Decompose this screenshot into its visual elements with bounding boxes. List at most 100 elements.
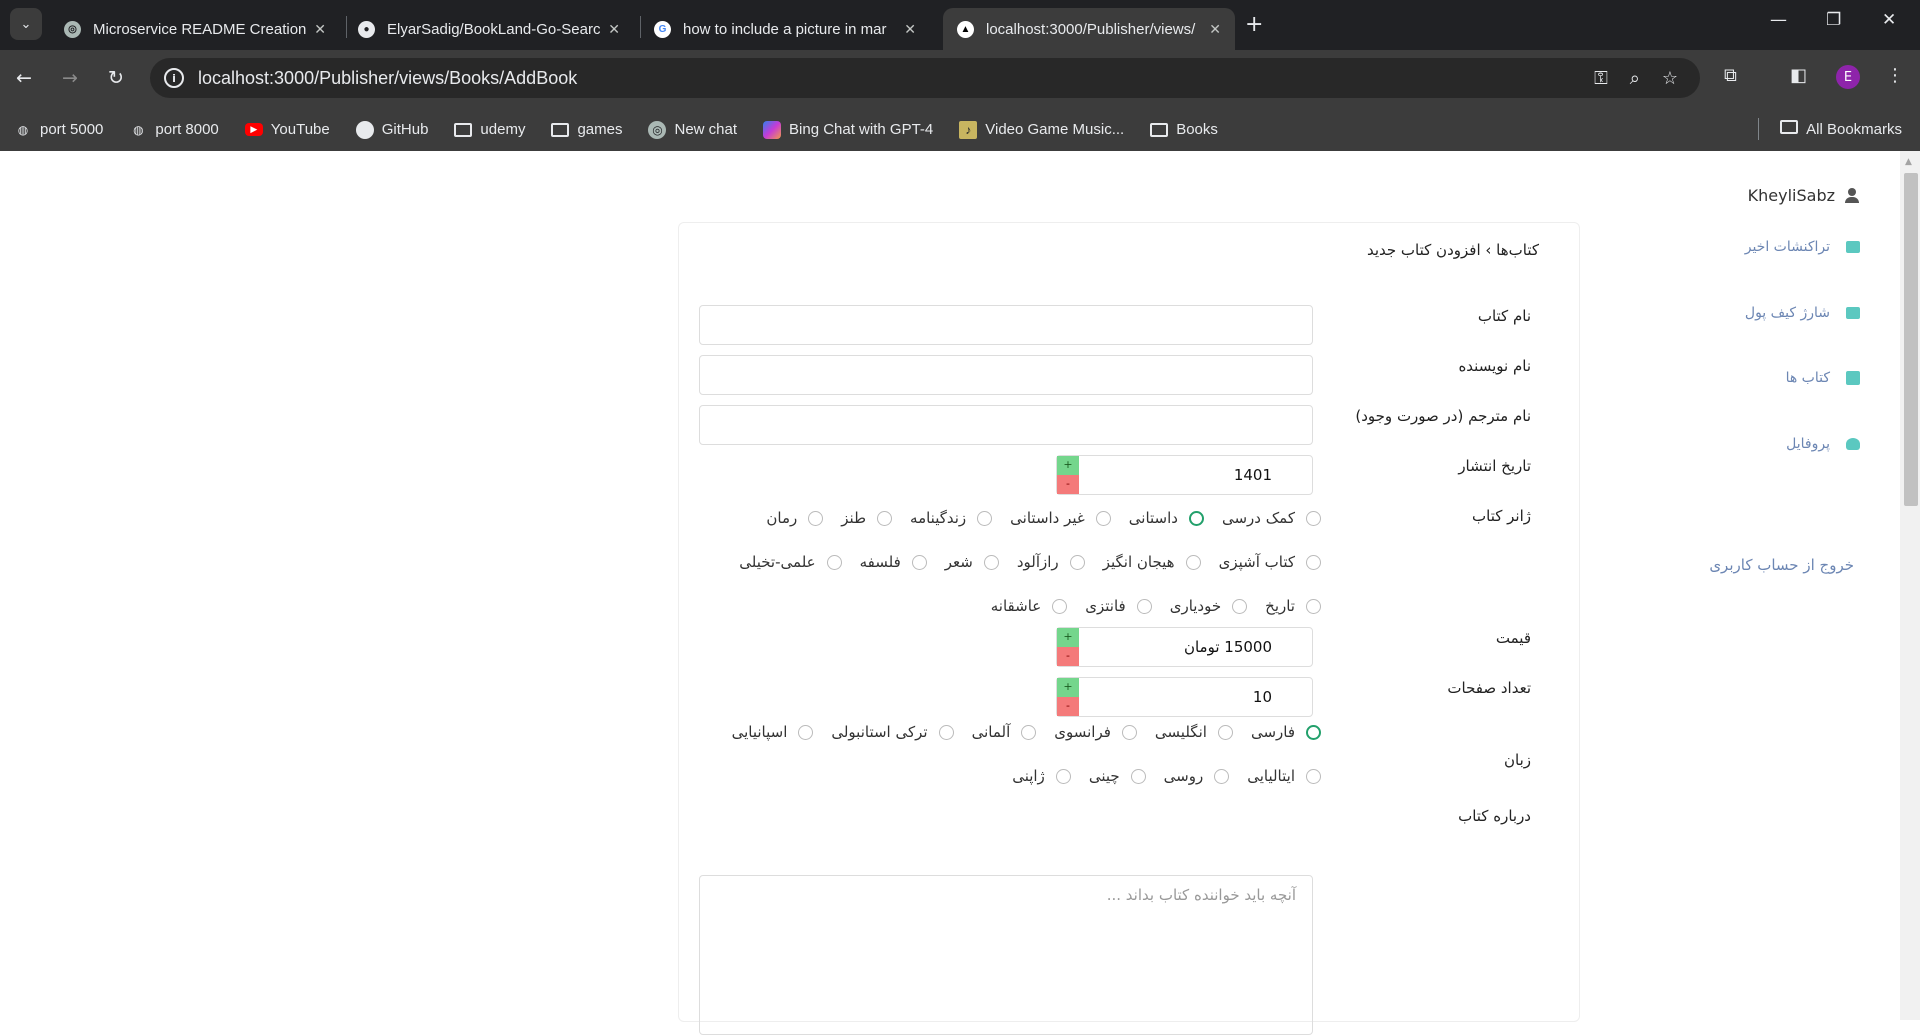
language-option[interactable]: چینی xyxy=(1089,767,1146,785)
publish-date-stepper[interactable]: + - xyxy=(1057,456,1079,494)
close-icon[interactable]: ✕ xyxy=(904,21,916,38)
pages-stepper[interactable]: + - xyxy=(1057,678,1079,716)
sidebar-item-transactions[interactable]: تراکنشات اخیر xyxy=(1745,239,1860,255)
close-window-icon[interactable]: ✕ xyxy=(1882,10,1896,30)
sidebar-item-profile[interactable]: پروفایل xyxy=(1786,436,1860,452)
close-icon[interactable]: ✕ xyxy=(1209,21,1221,38)
genre-option[interactable]: رازآلود xyxy=(1017,553,1085,571)
radio-selected-icon[interactable] xyxy=(1306,724,1321,740)
radio-icon[interactable] xyxy=(1069,554,1085,570)
translator-input[interactable] xyxy=(699,405,1313,445)
genre-option[interactable]: رمان xyxy=(766,509,824,527)
author-input[interactable] xyxy=(699,355,1313,395)
reload-icon[interactable]: ↻ xyxy=(108,67,124,89)
language-option[interactable]: اسپانیایی xyxy=(732,723,814,741)
genre-option[interactable]: کمک درسی xyxy=(1222,509,1321,527)
extensions-icon[interactable]: ⧉ xyxy=(1724,65,1737,86)
language-option[interactable]: انگلیسی xyxy=(1155,723,1233,741)
genre-option[interactable]: تاریخ xyxy=(1265,597,1321,615)
radio-selected-icon[interactable] xyxy=(1188,510,1204,526)
menu-icon[interactable]: ⋮ xyxy=(1886,65,1904,86)
bookmark[interactable]: ▶ YouTube xyxy=(244,121,330,138)
radio-icon[interactable] xyxy=(983,554,999,570)
radio-icon[interactable] xyxy=(1052,598,1068,614)
bookmark[interactable]: udemy xyxy=(454,121,525,139)
radio-icon[interactable] xyxy=(1214,768,1230,784)
radio-icon[interactable] xyxy=(808,510,824,526)
price-stepper[interactable]: + - xyxy=(1057,628,1079,666)
genre-option[interactable]: فلسفه xyxy=(860,553,927,571)
language-option[interactable]: ترکی استانبولی xyxy=(831,723,954,741)
radio-icon[interactable] xyxy=(1217,724,1233,740)
tab-active[interactable]: ▲ localhost:3000/Publisher/views/ ✕ xyxy=(943,8,1235,50)
sidebar-item-wallet[interactable]: شارژ کیف پول xyxy=(1745,305,1860,321)
close-icon[interactable]: ✕ xyxy=(608,21,620,38)
star-icon[interactable]: ☆ xyxy=(1662,68,1678,89)
bookmark[interactable]: Books xyxy=(1150,121,1218,139)
bookmark[interactable]: GitHub xyxy=(355,120,428,139)
bookmark[interactable]: ◎ New chat xyxy=(648,120,737,139)
radio-icon[interactable] xyxy=(826,554,842,570)
breadcrumb[interactable]: کتاب‌ها › افزودن کتاب جدید xyxy=(1367,241,1539,259)
genre-option[interactable]: علمی-تخیلی xyxy=(739,553,842,571)
zoom-icon[interactable]: ⌕ xyxy=(1630,68,1640,89)
increment-button[interactable]: + xyxy=(1057,456,1079,475)
bookmark[interactable]: ◍ port 5000 xyxy=(14,121,104,139)
genre-option[interactable]: خودیاری xyxy=(1170,597,1248,615)
genre-option[interactable]: طنز xyxy=(841,509,893,527)
radio-icon[interactable] xyxy=(877,510,893,526)
decrement-button[interactable]: - xyxy=(1057,697,1079,716)
language-option[interactable]: آلمانی xyxy=(972,723,1037,741)
genre-option[interactable]: عاشقانه xyxy=(991,597,1068,615)
pages-field[interactable]: 10 + - xyxy=(1056,677,1313,717)
bookmark[interactable]: ◍ port 8000 xyxy=(129,121,219,139)
radio-icon[interactable] xyxy=(1306,598,1321,614)
radio-icon[interactable] xyxy=(911,554,927,570)
url-text[interactable]: localhost:3000/Publisher/views/Books/Add… xyxy=(198,68,1594,89)
restore-icon[interactable]: ❐ xyxy=(1826,10,1841,30)
key-icon[interactable]: ⚿ xyxy=(1594,68,1608,89)
tab[interactable]: G how to include a picture in mar ✕ xyxy=(640,8,930,50)
about-textarea[interactable]: آنچه باید خواننده کتاب بداند ... xyxy=(699,875,1313,1035)
bookmark[interactable]: games xyxy=(551,121,622,139)
radio-icon[interactable] xyxy=(1306,554,1321,570)
genre-option[interactable]: زندگینامه xyxy=(910,509,993,527)
radio-icon[interactable] xyxy=(938,724,954,740)
logout-link[interactable]: خروج از حساب کاربری xyxy=(1709,556,1854,574)
price-field[interactable]: 15000 تومان + - xyxy=(1056,627,1313,667)
publish-date-field[interactable]: 1401 + - xyxy=(1056,455,1313,495)
tab[interactable]: ● ElyarSadig/BookLand-Go-Searc ✕ xyxy=(344,8,634,50)
scrollbar[interactable]: ▲ xyxy=(1900,151,1920,1020)
language-option[interactable]: ایتالیایی xyxy=(1247,767,1321,785)
scroll-up-icon[interactable]: ▲ xyxy=(1905,157,1912,167)
genre-option[interactable]: غیر داستانی xyxy=(1010,509,1111,527)
radio-icon[interactable] xyxy=(1055,768,1071,784)
back-icon[interactable]: ← xyxy=(16,67,32,89)
profile-avatar[interactable]: E xyxy=(1836,65,1860,89)
genre-option[interactable]: داستانی xyxy=(1129,509,1204,527)
increment-button[interactable]: + xyxy=(1057,628,1079,647)
site-info-icon[interactable]: i xyxy=(164,68,184,88)
radio-icon[interactable] xyxy=(1185,554,1201,570)
radio-icon[interactable] xyxy=(1021,724,1037,740)
radio-icon[interactable] xyxy=(1095,510,1111,526)
radio-icon[interactable] xyxy=(1232,598,1248,614)
tab-search-button[interactable]: ⌄ xyxy=(10,8,42,40)
new-tab-button[interactable]: + xyxy=(1245,12,1263,37)
tab[interactable]: ◎ Microservice README Creation ✕ xyxy=(50,8,340,50)
genre-option[interactable]: فانتزی xyxy=(1085,597,1152,615)
forward-icon[interactable]: → xyxy=(62,67,78,89)
radio-icon[interactable] xyxy=(1306,768,1321,784)
genre-option[interactable]: کتاب آشپزی xyxy=(1219,553,1321,571)
radio-icon[interactable] xyxy=(798,724,814,740)
scrollbar-thumb[interactable] xyxy=(1904,173,1918,506)
book-title-input[interactable] xyxy=(699,305,1313,345)
address-bar[interactable]: i localhost:3000/Publisher/views/Books/A… xyxy=(150,58,1700,98)
minimize-icon[interactable]: — xyxy=(1770,10,1787,30)
bookmark[interactable]: ♪ Video Game Music... xyxy=(959,120,1124,139)
radio-icon[interactable] xyxy=(1306,510,1321,526)
radio-icon[interactable] xyxy=(1130,768,1146,784)
side-panel-icon[interactable]: ◧ xyxy=(1790,65,1807,86)
language-option[interactable]: فارسی xyxy=(1251,723,1321,741)
language-option[interactable]: روسی xyxy=(1164,767,1230,785)
